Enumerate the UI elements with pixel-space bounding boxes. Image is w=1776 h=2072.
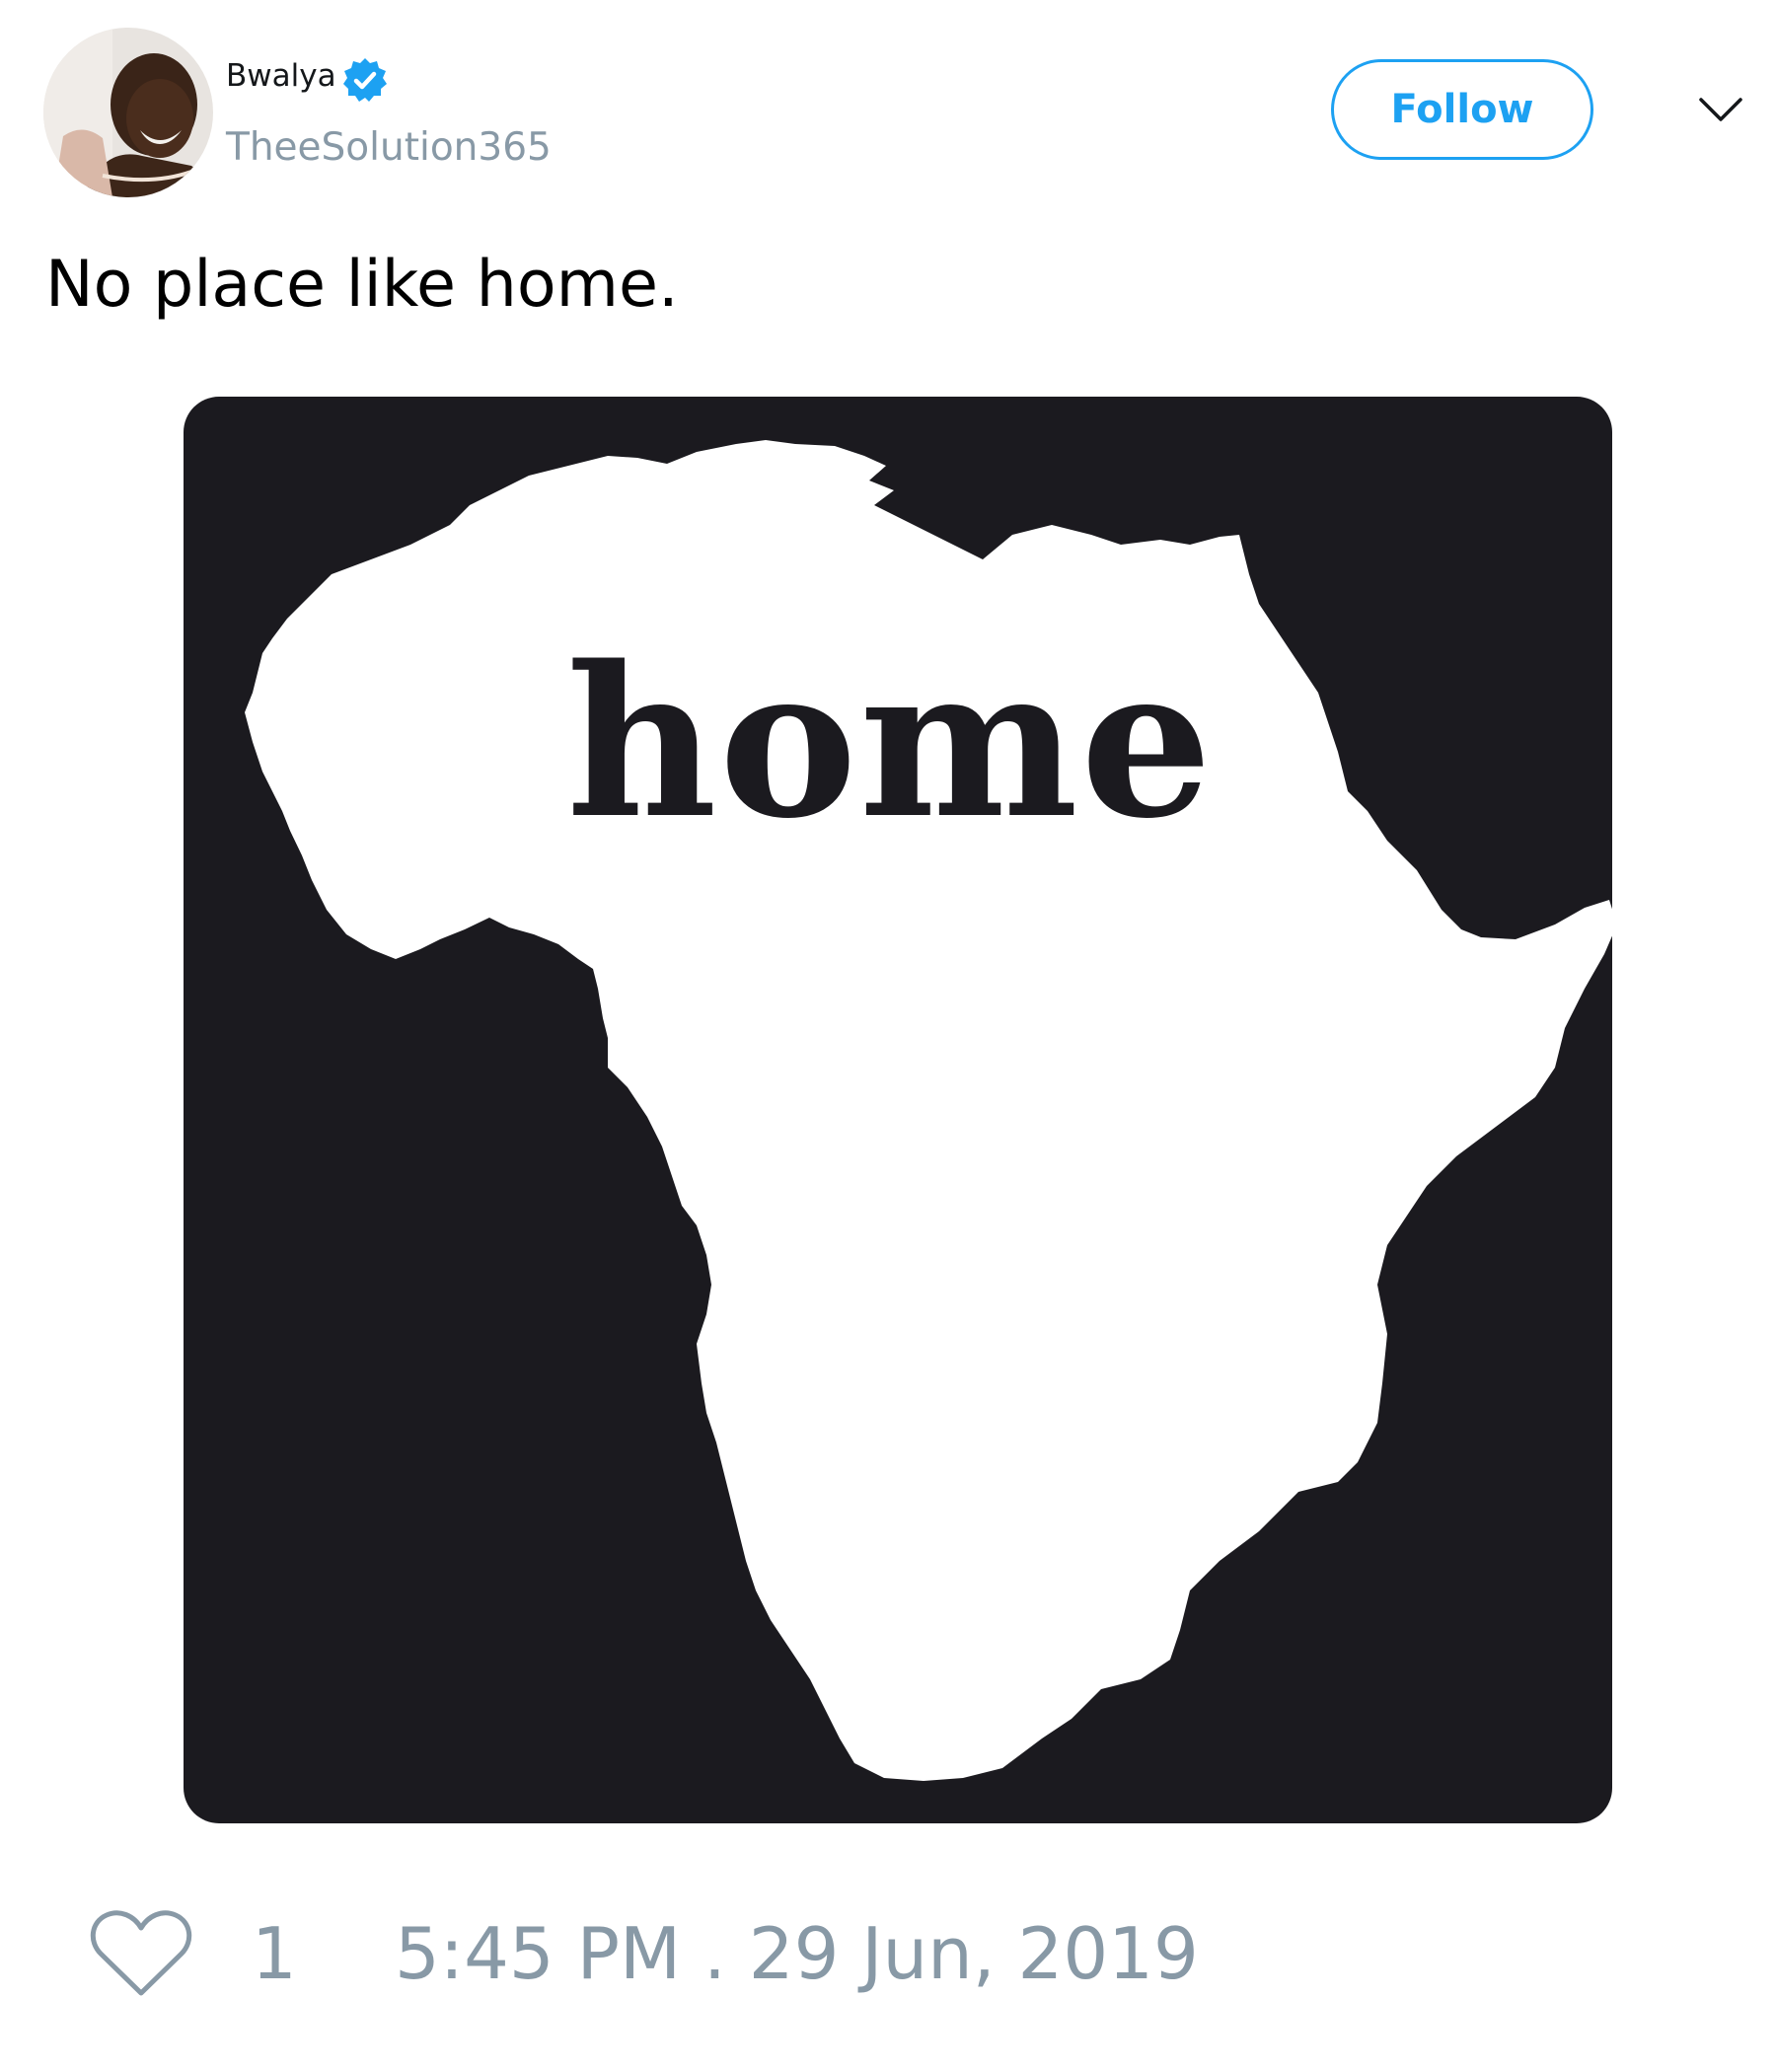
avatar[interactable]: [43, 28, 213, 197]
chevron-down-icon[interactable]: [1697, 94, 1744, 127]
image-text: home: [566, 621, 1215, 864]
display-name[interactable]: Bwalya: [226, 61, 336, 92]
verified-badge-icon: [343, 58, 387, 102]
follow-button[interactable]: Follow: [1331, 59, 1593, 160]
africa-silhouette: [245, 440, 1612, 1781]
like-count: 1: [252, 1912, 297, 1995]
timestamp[interactable]: 5:45 PM . 29 Jun, 2019: [395, 1918, 1199, 1989]
tweet-text: No place like home.: [45, 248, 679, 322]
tweet-media-image[interactable]: home: [184, 397, 1612, 1823]
profile-photo: [43, 28, 213, 197]
user-handle[interactable]: TheeSolution365: [226, 128, 552, 167]
heart-icon[interactable]: [87, 1906, 195, 2001]
